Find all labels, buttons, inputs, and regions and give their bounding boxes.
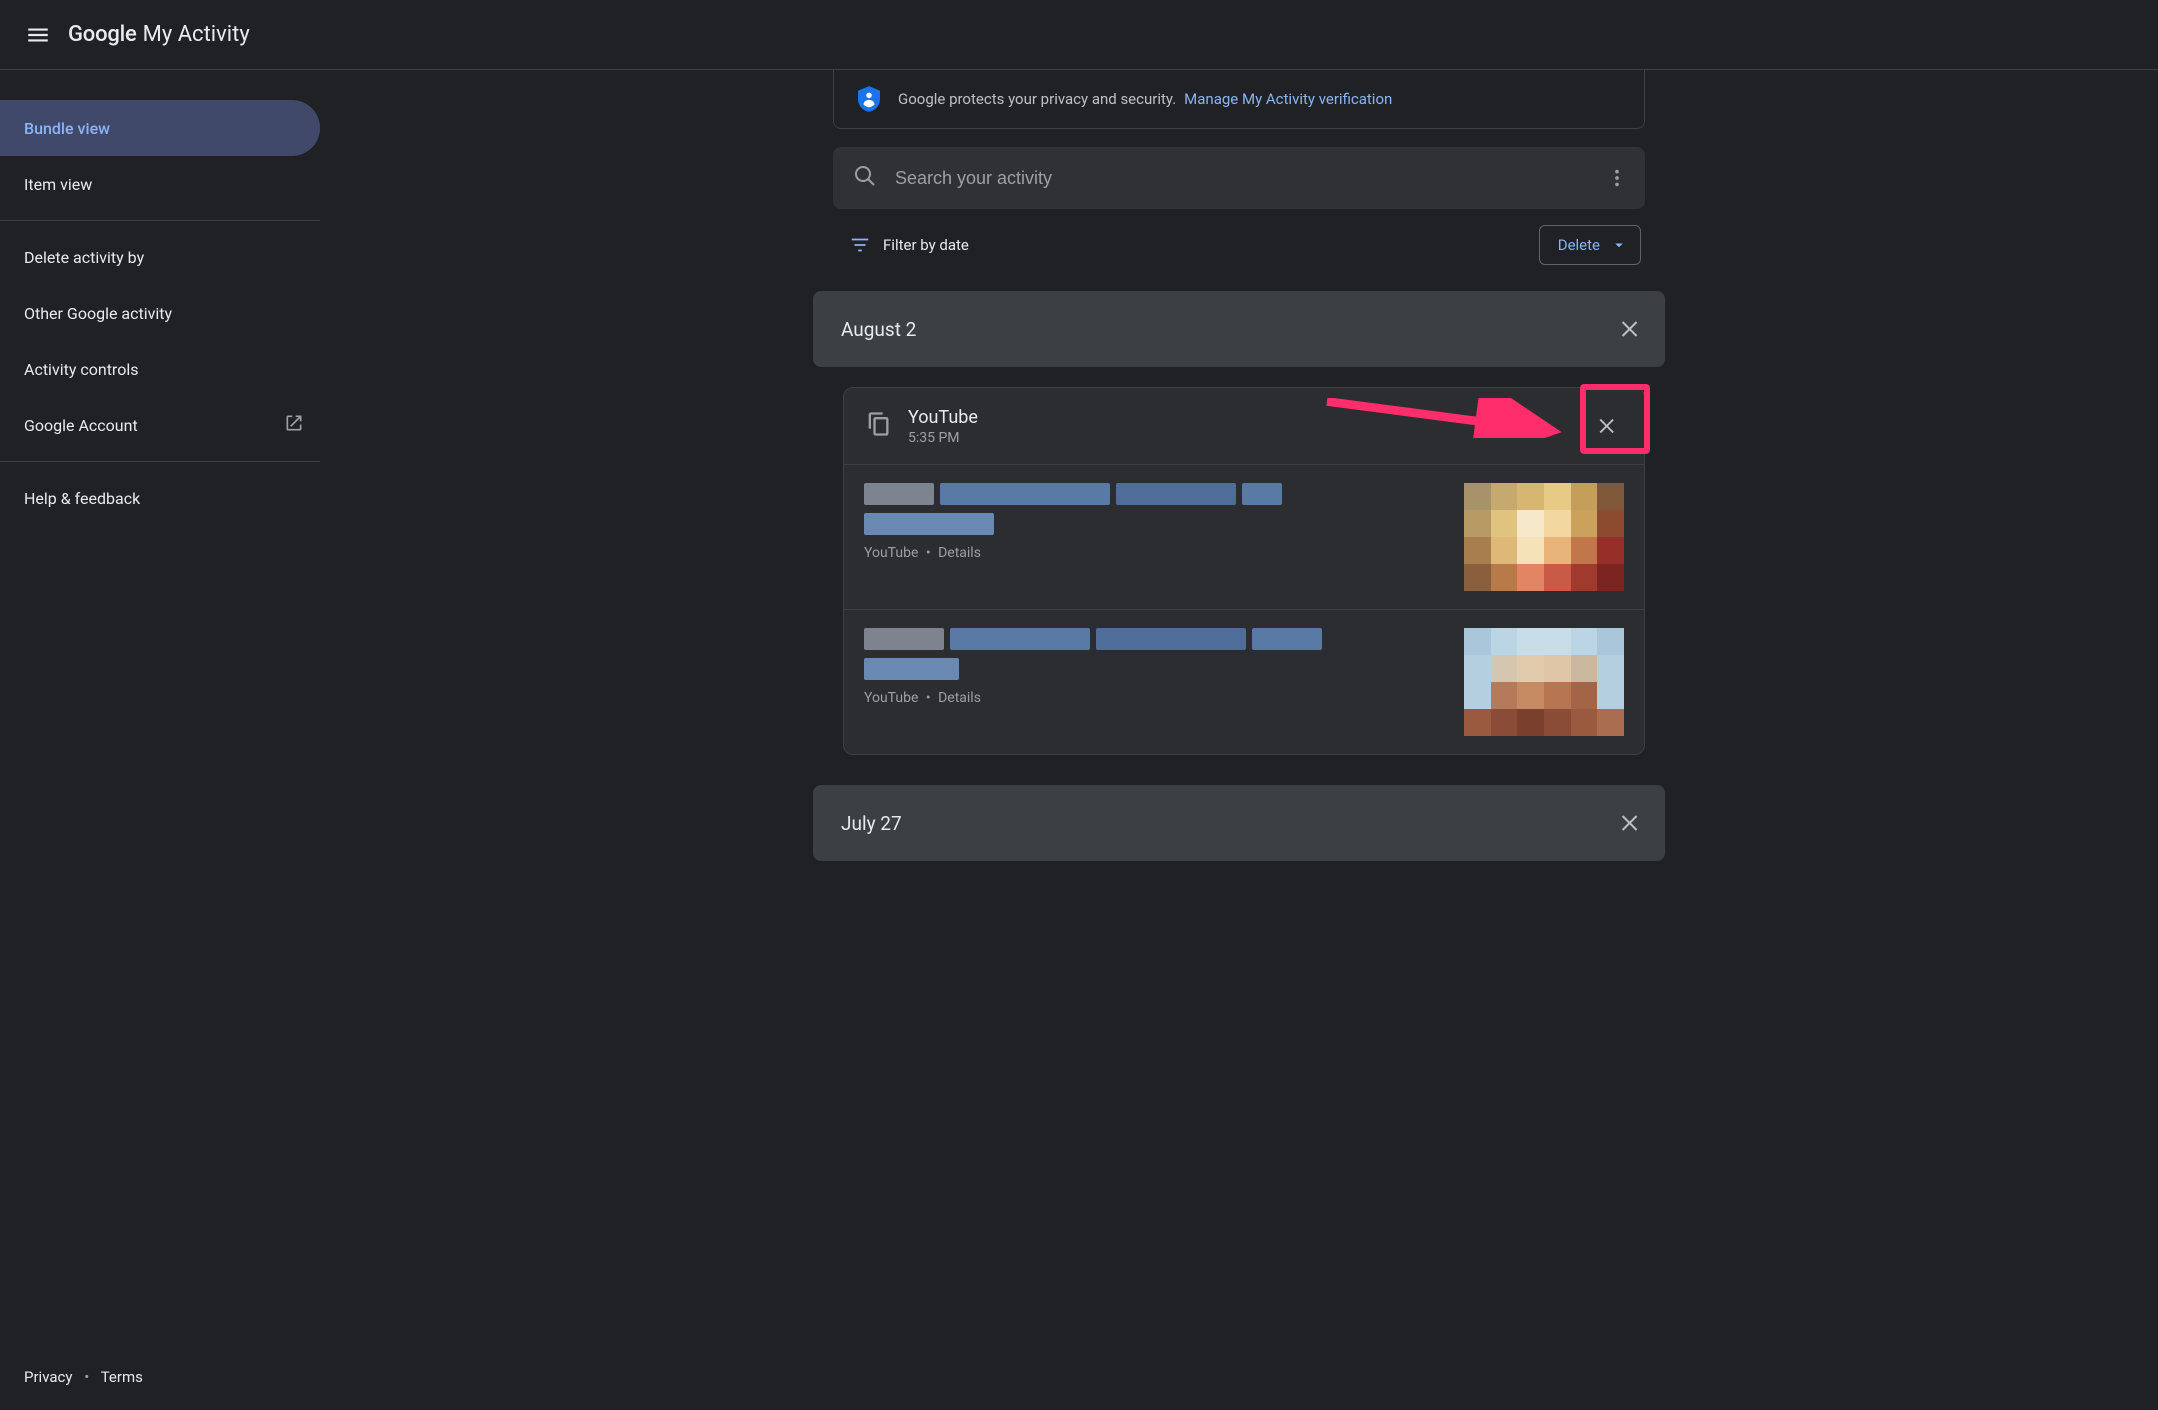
shield-icon: [858, 86, 880, 112]
activity-item[interactable]: YouTube • Details: [844, 465, 1644, 609]
search-bar: [833, 147, 1645, 209]
close-icon: [1619, 811, 1643, 835]
filter-label: Filter by date: [883, 236, 969, 254]
delete-label: Delete: [1558, 236, 1600, 254]
manage-verification-link[interactable]: Manage My Activity verification: [1184, 90, 1392, 108]
sidebar-item-label: Bundle view: [24, 119, 110, 138]
sidebar-item-label: Delete activity by: [24, 248, 144, 267]
close-icon: [1619, 317, 1643, 341]
sidebar-item-item-view[interactable]: Item view: [0, 156, 320, 212]
more-vert-icon: [1606, 167, 1628, 189]
sidebar-item-activity-controls[interactable]: Activity controls: [0, 341, 320, 397]
delete-dropdown[interactable]: Delete: [1539, 225, 1641, 265]
activity-thumbnail: [1464, 483, 1624, 591]
dropdown-arrow-icon: [1610, 236, 1628, 254]
sidebar-item-label: Help & feedback: [24, 489, 140, 508]
divider: [0, 220, 320, 221]
sidebar-item-label: Other Google activity: [24, 304, 172, 323]
app-title: Google My Activity: [68, 22, 250, 47]
sidebar-item-bundle-view[interactable]: Bundle view: [0, 100, 320, 156]
delete-date-group-button[interactable]: [1611, 309, 1651, 349]
activity-item-details-link[interactable]: Details: [938, 690, 981, 706]
more-options-button[interactable]: [1597, 158, 1637, 198]
sidebar-item-other-google-activity[interactable]: Other Google activity: [0, 285, 320, 341]
activity-service-name: YouTube: [908, 407, 1588, 428]
filter-icon: [849, 234, 871, 256]
delete-date-group-button[interactable]: [1611, 803, 1651, 843]
terms-link[interactable]: Terms: [101, 1368, 143, 1386]
activity-card-header: YouTube 5:35 PM: [844, 388, 1644, 465]
privacy-banner: Google protects your privacy and securit…: [833, 70, 1645, 129]
copy-stack-icon: [864, 410, 892, 442]
filter-by-date-button[interactable]: Filter by date: [837, 226, 981, 264]
redacted-subtitle: [864, 513, 1444, 535]
activity-time: 5:35 PM: [908, 430, 1588, 446]
privacy-link[interactable]: Privacy: [24, 1368, 72, 1386]
sidebar-item-google-account[interactable]: Google Account: [0, 397, 320, 453]
app-header: Google My Activity: [0, 0, 2158, 70]
privacy-banner-text: Google protects your privacy and securit…: [898, 90, 1176, 108]
activity-item-details-link[interactable]: Details: [938, 545, 981, 561]
search-icon: [853, 164, 877, 192]
menu-button[interactable]: [14, 11, 62, 59]
search-input[interactable]: [877, 168, 1597, 189]
date-label: July 27: [841, 812, 902, 835]
divider: [0, 461, 320, 462]
sidebar: Bundle view Item view Delete activity by…: [0, 70, 320, 1410]
activity-item-source[interactable]: YouTube: [864, 545, 918, 561]
logo-product: My Activity: [143, 22, 250, 47]
main-content: Google protects your privacy and securit…: [320, 70, 2158, 1410]
redacted-subtitle: [864, 658, 1444, 680]
footer-links: Privacy • Terms: [0, 1368, 320, 1410]
activity-thumbnail: [1464, 628, 1624, 736]
activity-item-meta: YouTube • Details: [864, 545, 1444, 561]
logo-brand: Google: [68, 22, 137, 47]
activity-item[interactable]: YouTube • Details: [844, 609, 1644, 754]
external-link-icon: [284, 413, 304, 437]
sidebar-item-delete-activity-by[interactable]: Delete activity by: [0, 229, 320, 285]
delete-activity-button[interactable]: [1588, 406, 1628, 446]
close-icon: [1597, 415, 1619, 437]
filter-row: Filter by date Delete: [833, 225, 1645, 265]
activity-item-meta: YouTube • Details: [864, 690, 1444, 706]
hamburger-icon: [25, 22, 51, 48]
sidebar-item-label: Activity controls: [24, 360, 138, 379]
date-label: August 2: [841, 318, 916, 341]
sidebar-item-label: Item view: [24, 175, 92, 194]
date-group-header: August 2: [813, 291, 1665, 367]
activity-card: YouTube 5:35 PM: [843, 387, 1645, 755]
activity-item-source[interactable]: YouTube: [864, 690, 918, 706]
redacted-title: [864, 628, 1444, 650]
sidebar-item-help-feedback[interactable]: Help & feedback: [0, 470, 320, 526]
date-group-header: July 27: [813, 785, 1665, 861]
separator-dot: •: [84, 1368, 89, 1386]
sidebar-item-label: Google Account: [24, 416, 138, 435]
redacted-title: [864, 483, 1444, 505]
